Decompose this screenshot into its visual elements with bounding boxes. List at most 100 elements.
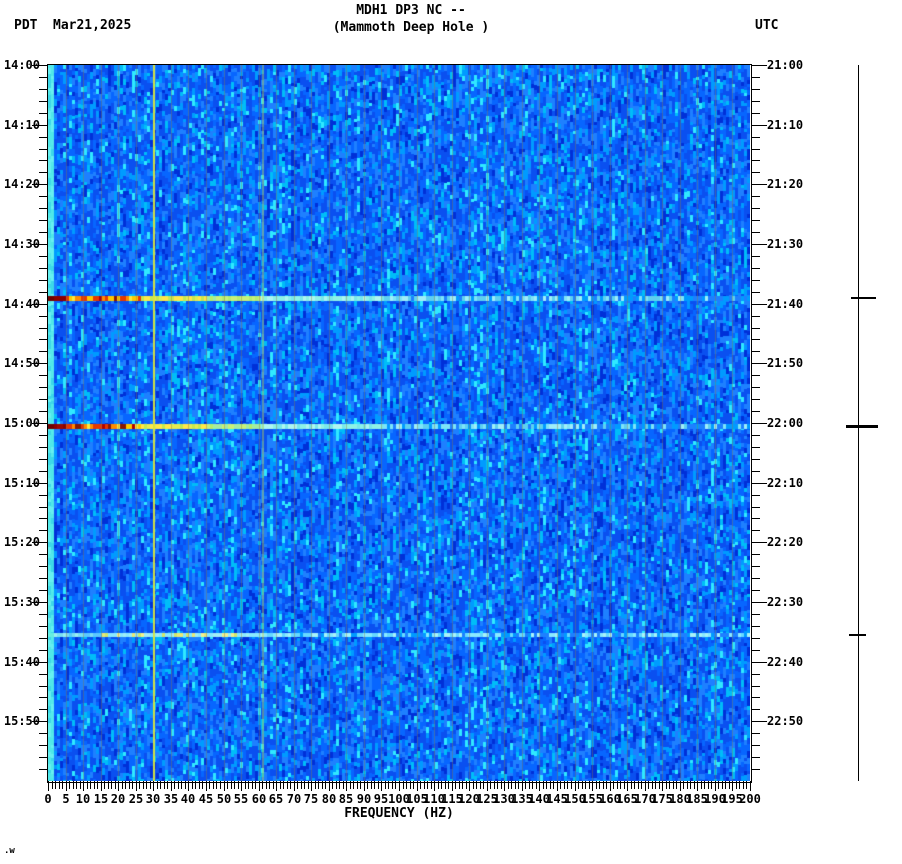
- right-axis-tick-label: 21:00: [767, 58, 804, 72]
- x-axis-minor-tick: [441, 781, 442, 789]
- left-axis-minor-tick: [39, 626, 48, 627]
- right-axis-tick-label: 21:50: [767, 356, 804, 370]
- x-axis-minor-tick: [480, 781, 481, 789]
- left-axis-tick-label: 14:30: [3, 237, 40, 251]
- left-axis-tick-label: 15:00: [3, 416, 40, 430]
- left-axis-minor-tick: [39, 351, 48, 352]
- x-axis-minor-tick: [431, 781, 432, 789]
- right-axis-major-tick: [751, 125, 767, 126]
- left-axis-tick-label: 15:40: [3, 655, 40, 669]
- x-axis-major-tick: [118, 781, 119, 791]
- x-axis-minor-tick: [708, 781, 709, 789]
- x-axis-minor-tick: [238, 781, 239, 789]
- x-axis-minor-tick: [87, 781, 88, 789]
- right-axis-tick-label: 22:10: [767, 476, 804, 490]
- x-axis-minor-tick: [641, 781, 642, 789]
- x-axis-minor-tick: [290, 781, 291, 789]
- right-axis-major-tick: [751, 184, 767, 185]
- x-axis-minor-tick: [371, 781, 372, 789]
- x-axis-minor-tick: [325, 781, 326, 789]
- right-axis-minor-tick: [751, 578, 760, 579]
- x-axis-minor-tick: [406, 781, 407, 789]
- left-axis-minor-tick: [39, 256, 48, 257]
- left-axis-minor-tick: [39, 590, 48, 591]
- x-axis-minor-tick: [195, 781, 196, 789]
- x-axis-minor-tick: [536, 781, 537, 789]
- right-axis-tick-label: 21:30: [767, 237, 804, 251]
- x-axis-minor-tick: [322, 781, 323, 789]
- x-axis-minor-tick: [420, 781, 421, 789]
- x-axis-major-tick: [417, 781, 418, 791]
- left-axis-minor-tick: [39, 459, 48, 460]
- left-axis-minor-tick: [39, 686, 48, 687]
- x-axis-minor-tick: [297, 781, 298, 789]
- x-axis-minor-tick: [146, 781, 147, 789]
- x-axis-title: FREQUENCY (HZ): [344, 806, 454, 821]
- left-axis-minor-tick: [39, 530, 48, 531]
- x-axis-minor-tick: [248, 781, 249, 789]
- x-axis-minor-tick: [704, 781, 705, 789]
- right-axis-major-tick: [751, 721, 767, 722]
- right-axis-tick-label: 22:40: [767, 655, 804, 669]
- x-axis-major-tick: [101, 781, 102, 791]
- x-axis-minor-tick: [125, 781, 126, 789]
- right-axis-minor-tick: [751, 590, 760, 591]
- x-axis-minor-tick: [746, 781, 747, 789]
- right-axis-tick-label: 22:00: [767, 416, 804, 430]
- x-axis-major-tick: [557, 781, 558, 791]
- right-axis-minor-tick: [751, 411, 760, 412]
- x-axis-minor-tick: [722, 781, 723, 789]
- x-axis-major-tick: [575, 781, 576, 791]
- x-axis-major-tick: [364, 781, 365, 791]
- x-axis-minor-tick: [139, 781, 140, 789]
- x-axis-minor-tick: [515, 781, 516, 789]
- x-axis-major-tick: [715, 781, 716, 791]
- x-axis-minor-tick: [718, 781, 719, 789]
- right-axis-minor-tick: [751, 757, 760, 758]
- x-axis-minor-tick: [669, 781, 670, 789]
- left-axis-minor-tick: [39, 578, 48, 579]
- x-axis-major-tick: [592, 781, 593, 791]
- x-axis-minor-tick: [652, 781, 653, 789]
- x-axis-minor-tick: [304, 781, 305, 789]
- x-axis-major-tick: [206, 781, 207, 791]
- x-axis-major-tick: [469, 781, 470, 791]
- left-axis-minor-tick: [39, 733, 48, 734]
- x-axis-minor-tick: [455, 781, 456, 789]
- right-axis-minor-tick: [751, 328, 760, 329]
- x-axis-minor-tick: [739, 781, 740, 789]
- x-axis-minor-tick: [511, 781, 512, 789]
- left-axis-minor-tick: [39, 113, 48, 114]
- x-axis-major-tick: [136, 781, 137, 791]
- x-axis-minor-tick: [546, 781, 547, 789]
- right-axis-minor-tick: [751, 77, 760, 78]
- right-axis-minor-tick: [751, 351, 760, 352]
- x-axis-major-tick: [346, 781, 347, 791]
- right-axis-minor-tick: [751, 638, 760, 639]
- x-axis-minor-tick: [711, 781, 712, 789]
- x-axis-minor-tick: [567, 781, 568, 789]
- right-axis-minor-tick: [751, 232, 760, 233]
- x-axis-minor-tick: [339, 781, 340, 789]
- left-axis-tick-label: 15:20: [3, 535, 40, 549]
- right-axis-minor-tick: [751, 554, 760, 555]
- right-axis-minor-tick: [751, 495, 760, 496]
- x-axis-major-tick: [48, 781, 49, 791]
- x-axis-minor-tick: [94, 781, 95, 789]
- right-axis-minor-tick: [751, 339, 760, 340]
- left-axis-minor-tick: [39, 137, 48, 138]
- right-axis-minor-tick: [751, 626, 760, 627]
- x-axis-major-tick: [241, 781, 242, 791]
- x-axis-minor-tick: [634, 781, 635, 789]
- left-axis-tick-label: 15:10: [3, 476, 40, 490]
- x-axis-minor-tick: [62, 781, 63, 789]
- left-axis-minor-tick: [39, 638, 48, 639]
- left-axis-minor-tick: [39, 650, 48, 651]
- x-axis-minor-tick: [283, 781, 284, 789]
- x-axis-minor-tick: [483, 781, 484, 789]
- x-axis-minor-tick: [90, 781, 91, 789]
- x-axis-minor-tick: [462, 781, 463, 789]
- x-axis-major-tick: [66, 781, 67, 791]
- x-axis-minor-tick: [613, 781, 614, 789]
- x-axis-minor-tick: [367, 781, 368, 789]
